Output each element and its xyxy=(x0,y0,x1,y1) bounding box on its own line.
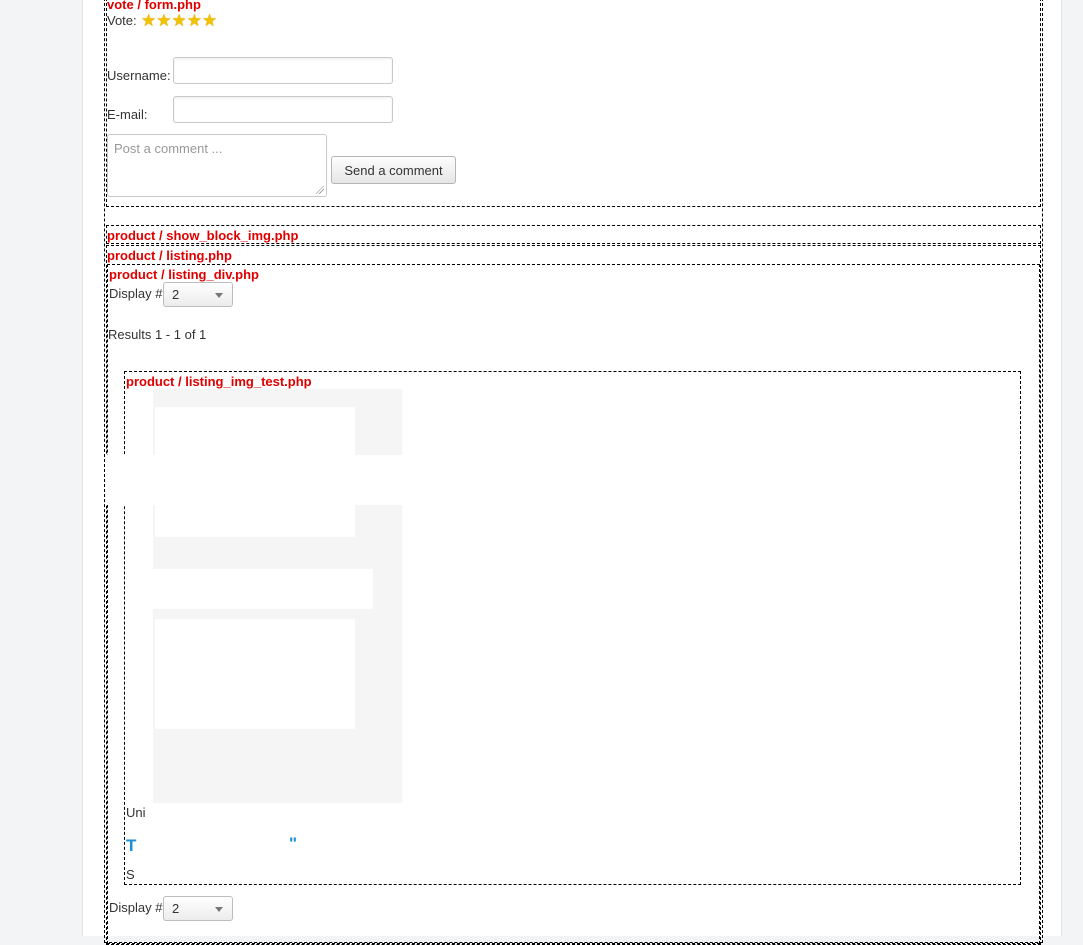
display-select-top[interactable]: 2 xyxy=(163,282,233,307)
template-label-show-block-img: product / show_block_img.php xyxy=(107,228,299,243)
chevron-down-icon xyxy=(215,293,223,298)
star-icon[interactable]: ★ xyxy=(141,12,156,29)
star-icon[interactable]: ★ xyxy=(156,12,171,29)
email-label: E-mail: xyxy=(107,107,148,122)
display-select-value: 2 xyxy=(172,901,180,916)
product-title-link[interactable]: T xyxy=(126,836,136,856)
star-icon[interactable]: ★ xyxy=(187,12,202,29)
display-label-top: Display # xyxy=(109,286,163,301)
vote-label: Vote: xyxy=(107,13,137,28)
image-overflow-shape xyxy=(106,455,402,505)
resize-grip-icon[interactable] xyxy=(316,186,324,194)
template-label-listing: product / listing.php xyxy=(107,248,232,263)
email-input[interactable] xyxy=(173,96,393,123)
display-select-bottom[interactable]: 2 xyxy=(163,896,233,921)
product-image[interactable] xyxy=(153,389,402,803)
vote-stars[interactable]: ★ ★ ★ ★ ★ xyxy=(141,12,217,29)
comment-placeholder: Post a comment ... xyxy=(114,141,223,156)
product-title-end[interactable]: " xyxy=(289,834,297,854)
username-input[interactable] xyxy=(173,57,393,84)
star-icon[interactable]: ★ xyxy=(172,12,187,29)
product-description: S xyxy=(126,867,135,882)
image-shape xyxy=(153,569,373,609)
display-label-bottom: Display # xyxy=(109,900,163,915)
username-label: Username: xyxy=(107,68,171,83)
star-icon[interactable]: ★ xyxy=(202,12,217,29)
product-category: Uni xyxy=(126,805,146,820)
results-count: Results 1 - 1 of 1 xyxy=(108,327,207,342)
send-comment-button[interactable]: Send a comment xyxy=(331,156,456,184)
template-label-listing-img-test: product / listing_img_test.php xyxy=(126,374,312,389)
template-label-listing-div: product / listing_div.php xyxy=(109,267,259,282)
display-select-value: 2 xyxy=(172,287,180,302)
comment-textarea[interactable]: Post a comment ... xyxy=(107,134,327,197)
chevron-down-icon xyxy=(215,907,223,912)
product-title-start[interactable]: T xyxy=(126,836,136,855)
image-shape xyxy=(155,619,355,729)
